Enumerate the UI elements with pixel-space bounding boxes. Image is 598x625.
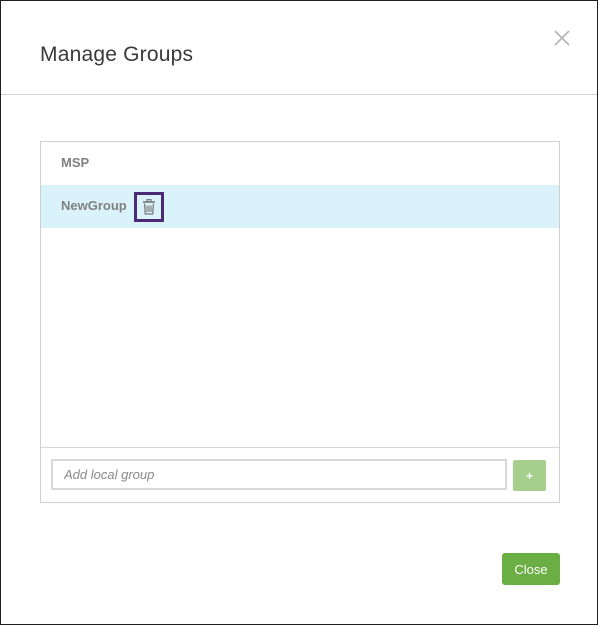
dialog-header: Manage Groups bbox=[1, 1, 597, 95]
close-button[interactable]: Close bbox=[502, 553, 560, 585]
list-item-msp[interactable]: MSP bbox=[41, 142, 559, 185]
group-list: MSP NewGroup bbox=[41, 142, 559, 447]
close-x-icon[interactable] bbox=[551, 27, 573, 49]
group-label: NewGroup bbox=[61, 198, 127, 213]
group-panel: MSP NewGroup + bbox=[40, 141, 560, 503]
manage-groups-dialog: Manage Groups MSP NewGroup Add local gro… bbox=[0, 0, 598, 625]
add-group-button[interactable]: + bbox=[513, 460, 546, 491]
trash-icon bbox=[143, 199, 155, 215]
group-label: MSP bbox=[61, 155, 90, 170]
delete-group-button[interactable] bbox=[134, 192, 164, 222]
dialog-title: Manage Groups bbox=[40, 43, 194, 66]
add-group-footer: + bbox=[41, 447, 559, 503]
add-local-group-input[interactable] bbox=[51, 459, 507, 490]
list-item-newgroup[interactable]: NewGroup bbox=[41, 185, 559, 228]
